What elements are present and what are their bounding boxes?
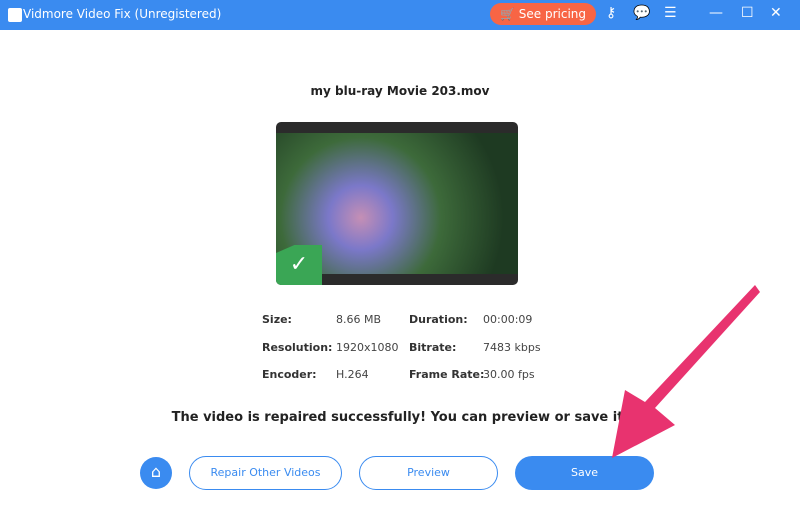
key-icon[interactable]: ⚷ [606, 5, 616, 21]
size-value: 8.66 MB [336, 313, 382, 326]
close-icon[interactable]: ✕ [770, 5, 782, 21]
resolution-label: Resolution: [262, 341, 333, 354]
feedback-icon[interactable]: 💬 [633, 5, 650, 21]
app-title: Vidmore Video Fix (Unregistered) [23, 7, 222, 21]
encoder-label: Encoder: [262, 368, 317, 381]
cart-icon: 🛒 [500, 7, 515, 21]
home-button[interactable]: ⌂ [140, 457, 172, 489]
frame-rate-value: 30.00 fps [483, 368, 535, 381]
resolution-value: 1920x1080 [336, 341, 399, 354]
video-preview[interactable]: ✓ [276, 122, 518, 285]
maximize-icon[interactable]: ☐ [741, 5, 754, 21]
duration-value: 00:00:09 [483, 313, 533, 326]
duration-label: Duration: [409, 313, 468, 326]
minimize-icon[interactable]: — [709, 5, 723, 21]
app-logo-icon [8, 8, 22, 22]
bitrate-label: Bitrate: [409, 341, 457, 354]
preview-button[interactable]: Preview [359, 456, 498, 490]
frame-rate-label: Frame Rate: [409, 368, 485, 381]
see-pricing-label: See pricing [518, 7, 587, 21]
checkmark-icon: ✓ [276, 245, 322, 285]
pointer-arrow-icon [612, 285, 760, 458]
size-label: Size: [262, 313, 292, 326]
encoder-value: H.264 [336, 368, 369, 381]
home-icon: ⌂ [150, 462, 162, 481]
title-bar: Vidmore Video Fix (Unregistered) 🛒 See p… [0, 0, 800, 30]
see-pricing-button[interactable]: 🛒 See pricing [490, 3, 596, 25]
bitrate-value: 7483 kbps [483, 341, 541, 354]
menu-icon[interactable]: ☰ [664, 5, 677, 21]
repair-other-videos-button[interactable]: Repair Other Videos [189, 456, 342, 490]
video-filename: my blu-ray Movie 203.mov [310, 84, 490, 98]
